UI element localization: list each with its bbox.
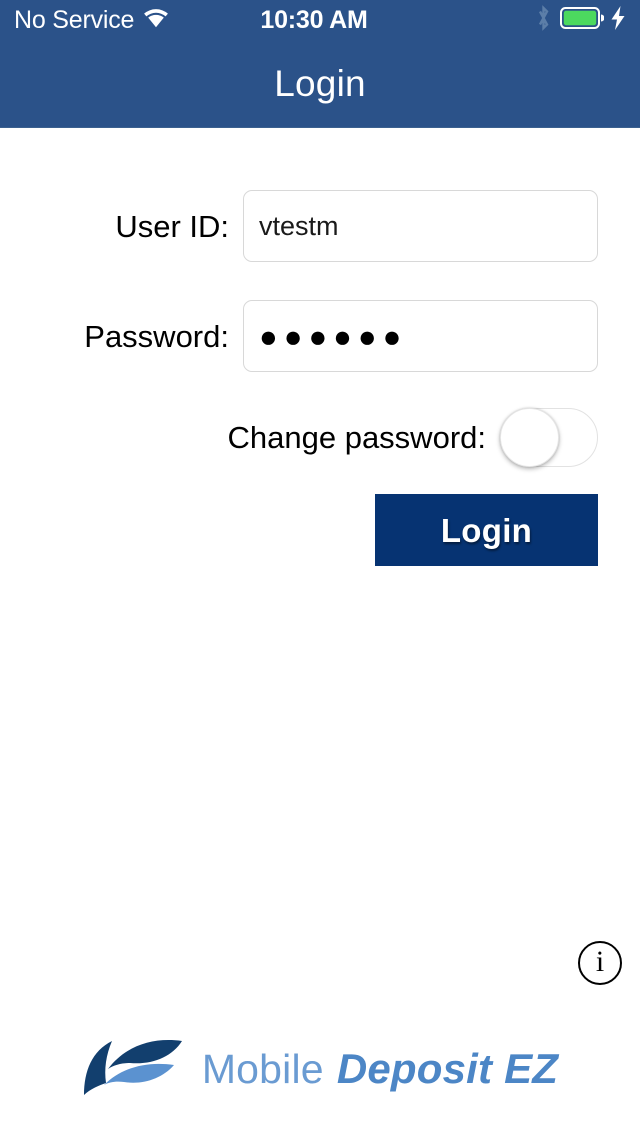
- password-value: ●●●●●●: [259, 318, 408, 354]
- wave-logo-mark: [82, 1035, 186, 1102]
- login-button[interactable]: Login: [375, 494, 598, 566]
- carrier-label: No Service: [14, 5, 135, 34]
- login-form: User ID: vtestm Password: ●●●●●● Change …: [0, 129, 640, 1136]
- logo-word-deposit-ez: Deposit EZ: [336, 1044, 559, 1092]
- info-glyph: i: [595, 945, 605, 978]
- password-label: Password:: [84, 318, 229, 354]
- status-bar-right: [374, 4, 626, 36]
- user-id-input[interactable]: vtestm: [243, 190, 598, 262]
- info-circle-icon[interactable]: i: [578, 941, 622, 985]
- app-logo: Mobile Deposit EZ: [0, 1035, 640, 1102]
- bluetooth-icon: [536, 4, 551, 36]
- change-password-toggle[interactable]: [500, 408, 598, 467]
- wifi-icon: [143, 8, 169, 33]
- status-bar-left: No Service: [14, 5, 266, 34]
- battery-full-icon: [560, 6, 605, 34]
- status-bar-center: 10:30 AM: [260, 7, 373, 33]
- user-id-value: vtestm: [259, 210, 339, 241]
- clock-label: 10:30 AM: [260, 5, 368, 34]
- change-password-label: Change password:: [227, 420, 487, 455]
- logo-word-mobile: Mobile: [201, 1045, 324, 1092]
- password-row: Password: ●●●●●●: [0, 300, 598, 372]
- lightning-bolt-icon: [610, 5, 626, 35]
- user-id-label: User ID:: [115, 208, 229, 244]
- login-button-label: Login: [440, 511, 533, 549]
- toggle-knob: [500, 408, 559, 467]
- user-id-row: User ID: vtestm: [0, 190, 598, 262]
- navigation-bar: Login: [0, 40, 640, 128]
- change-password-row: Change password:: [0, 408, 598, 467]
- page-title: Login: [274, 63, 366, 104]
- logo-wordmark: Mobile Deposit EZ: [201, 1044, 559, 1092]
- status-bar: No Service 10:30 AM: [0, 0, 640, 40]
- password-input[interactable]: ●●●●●●: [243, 300, 598, 372]
